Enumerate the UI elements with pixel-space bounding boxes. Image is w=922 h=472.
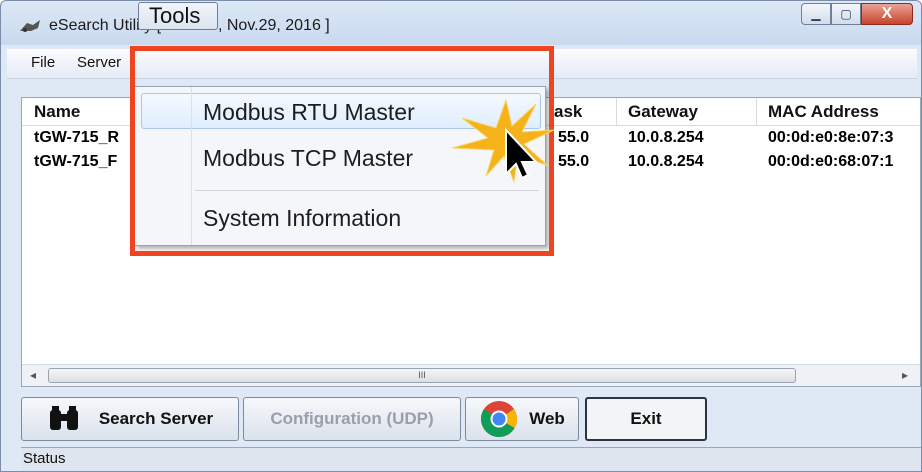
binoculars-icon <box>49 406 78 430</box>
window-controls: ▁ ▢ X <box>801 3 913 27</box>
column-mask[interactable]: ask <box>554 102 582 122</box>
scroll-left-icon[interactable]: ◂ <box>30 368 36 382</box>
minimize-button[interactable]: ▁ <box>801 3 831 25</box>
row-mask: 55.0 <box>558 153 590 170</box>
exit-label: Exit <box>630 409 662 428</box>
grip-icon: III <box>418 370 426 380</box>
column-divider <box>756 98 757 126</box>
column-gateway[interactable]: Gateway <box>628 102 698 122</box>
search-server-button[interactable]: Search Server <box>21 397 239 441</box>
column-name[interactable]: Name <box>34 102 80 122</box>
scroll-right-icon[interactable]: ▸ <box>902 368 908 382</box>
row-mac: 00:0d:e0:8e:07:3 <box>768 129 894 146</box>
row-gateway: 10.0.8.254 <box>628 129 704 146</box>
menu-tools[interactable]: Tools <box>138 2 218 30</box>
row-mac: 00:0d:e0:68:07:1 <box>768 153 894 170</box>
app-icon <box>20 20 40 32</box>
maximize-button[interactable]: ▢ <box>831 3 861 25</box>
menu-server[interactable]: Server <box>77 54 121 71</box>
close-icon: X <box>881 5 893 22</box>
column-mac[interactable]: MAC Address <box>768 102 879 122</box>
click-cursor-icon <box>451 98 555 184</box>
menu-file[interactable]: File <box>31 54 55 71</box>
row-name: tGW-715_R <box>34 129 120 146</box>
configuration-label: Configuration (UDP) <box>270 409 434 428</box>
status-bar: Status <box>21 447 921 471</box>
exit-button[interactable]: Exit <box>585 397 707 441</box>
row-mask: 55.0 <box>558 129 590 146</box>
status-text: Status <box>23 450 66 467</box>
minimize-icon: ▁ <box>811 7 821 21</box>
web-button[interactable]: Web <box>465 397 579 441</box>
row-gateway: 10.0.8.254 <box>628 153 704 170</box>
row-name: tGW-715_F <box>34 153 118 170</box>
horizontal-scrollbar[interactable]: ◂ III ▸ <box>22 364 920 386</box>
configuration-button[interactable]: Configuration (UDP) <box>243 397 461 441</box>
web-label: Web <box>529 409 565 428</box>
chrome-icon <box>481 401 518 438</box>
close-button[interactable]: X <box>861 3 913 25</box>
scroll-thumb[interactable]: III <box>48 368 796 383</box>
search-server-label: Search Server <box>98 409 214 428</box>
column-divider <box>616 98 617 126</box>
maximize-icon: ▢ <box>840 7 852 21</box>
